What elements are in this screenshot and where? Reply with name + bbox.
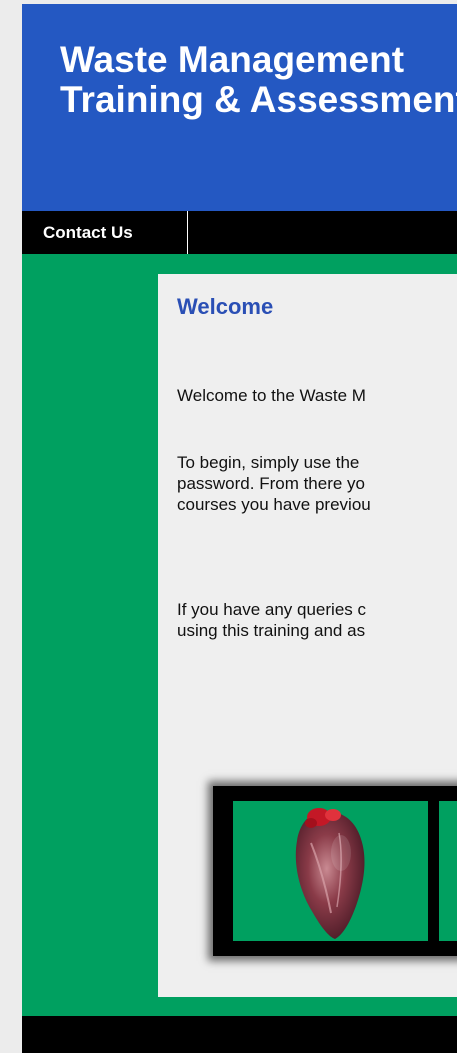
- image-tile-heart: [233, 801, 428, 941]
- instructions-line-2: password. From there yo: [177, 474, 366, 493]
- heart-organ-icon: [295, 808, 365, 939]
- site-header: Waste Management Training & Assessment: [22, 4, 457, 211]
- queries-line-1: If you have any queries c: [177, 600, 367, 619]
- image-strip: [213, 786, 457, 956]
- nav-bar: Contact Us: [22, 211, 457, 254]
- instructions-line-1: To begin, simply use the: [177, 453, 360, 472]
- image-tile-2: [439, 801, 457, 941]
- queries-line-2: using this training and as: [177, 621, 366, 640]
- instructions-line-3: courses you have previou: [177, 495, 371, 514]
- page: Waste Management Training & Assessment C…: [22, 4, 457, 1053]
- page-footer: [22, 1016, 457, 1053]
- welcome-heading: Welcome: [177, 294, 274, 319]
- site-title-line-2: Training & Assessment: [60, 79, 457, 120]
- welcome-paragraph: Welcome to the Waste M: [177, 386, 366, 405]
- main-content: Welcome Welcome to the Waste M To begin,…: [158, 274, 457, 997]
- instructions-paragraph: To begin, simply use the password. From …: [177, 452, 371, 515]
- site-title-line-1: Waste Management: [60, 39, 405, 80]
- queries-paragraph: If you have any queries c using this tra…: [177, 599, 366, 641]
- nav-item-contact-us[interactable]: Contact Us: [22, 211, 188, 254]
- site-title: Waste Management Training & Assessment: [60, 40, 457, 120]
